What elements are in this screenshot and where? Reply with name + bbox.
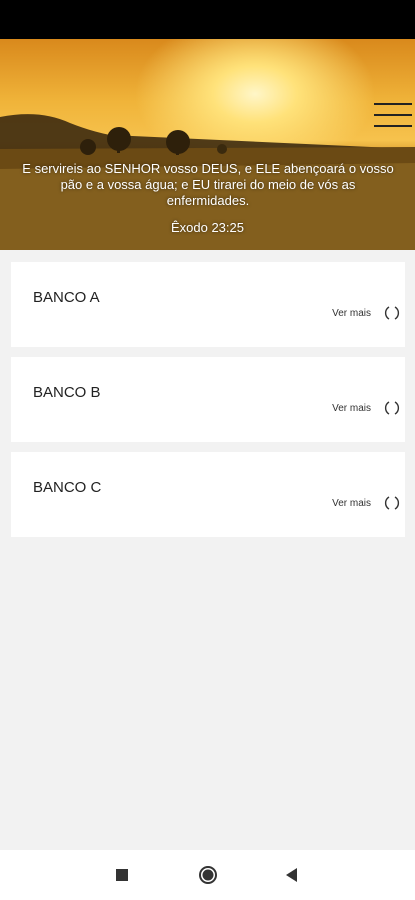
card-title: BANCO C xyxy=(33,479,102,496)
bible-verse: E servireis ao SENHOR vosso DEUS, e ELE … xyxy=(22,161,394,208)
status-bar xyxy=(0,0,415,39)
triangle-back-icon xyxy=(286,868,297,882)
circle-icon xyxy=(199,866,217,884)
bank-card-a[interactable]: BANCO A Ver mais xyxy=(11,262,405,347)
system-navigation-bar xyxy=(0,850,415,900)
home-button[interactable] xyxy=(188,850,228,900)
back-button[interactable] xyxy=(272,850,312,900)
loading-spinner-icon xyxy=(384,496,400,510)
card-title: BANCO B xyxy=(33,384,101,401)
loading-spinner-icon xyxy=(384,306,400,320)
see-more-link[interactable]: Ver mais xyxy=(332,403,371,414)
see-more-link[interactable]: Ver mais xyxy=(332,308,371,319)
hamburger-icon xyxy=(374,103,412,105)
loading-spinner-icon xyxy=(384,401,400,415)
menu-button[interactable] xyxy=(371,103,415,131)
card-title: BANCO A xyxy=(33,289,100,306)
header-banner xyxy=(0,39,415,250)
see-more-link[interactable]: Ver mais xyxy=(332,498,371,509)
sunset-landscape-image xyxy=(0,114,415,250)
bank-card-b[interactable]: BANCO B Ver mais xyxy=(11,357,405,442)
recents-button[interactable] xyxy=(102,850,142,900)
bank-card-c[interactable]: BANCO C Ver mais xyxy=(11,452,405,537)
verse-reference: Êxodo 23:25 xyxy=(170,220,244,235)
square-icon xyxy=(116,869,128,881)
